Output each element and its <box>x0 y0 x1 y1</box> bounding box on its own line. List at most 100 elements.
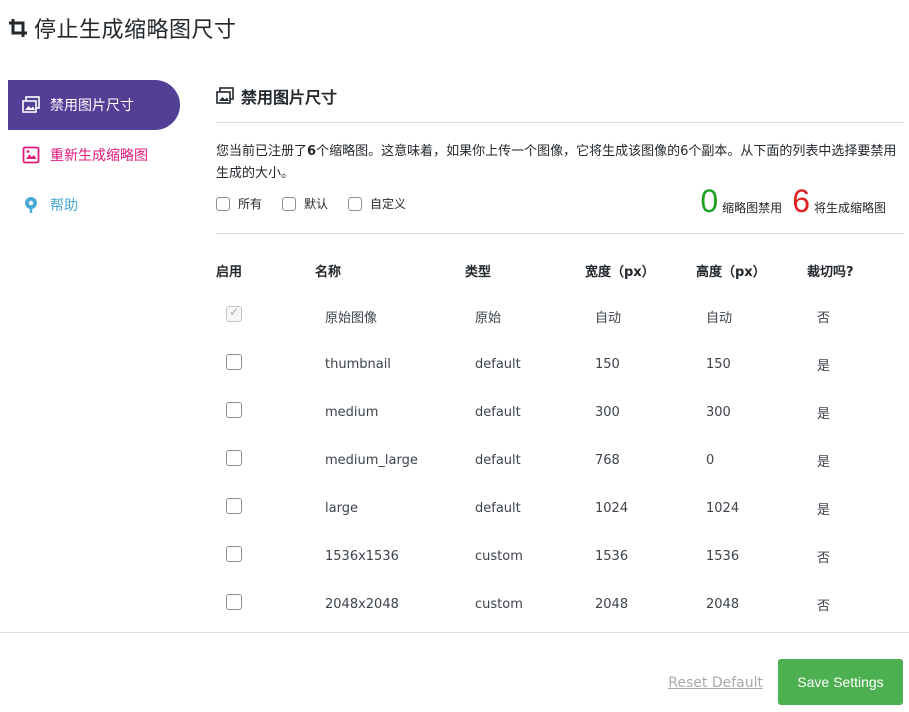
crop-icon <box>8 18 28 38</box>
description-suffix: 个缩略图。这意味着，如果你上传一个图像，它将生成该图像的6个副本。从下面的列表中… <box>216 144 897 181</box>
size-height: 2048 <box>706 596 740 612</box>
enable-checkbox[interactable] <box>226 498 242 514</box>
size-crop: 是 <box>817 502 831 518</box>
divider <box>216 233 904 234</box>
filter-group: 所有 默认 自定义 <box>216 195 426 212</box>
size-width: 2048 <box>595 596 629 612</box>
size-name: large <box>325 500 358 516</box>
table-row: medium_large default 768 0 是 <box>216 436 904 484</box>
filter-custom-label: 自定义 <box>370 197 407 211</box>
filter-custom-checkbox[interactable] <box>348 196 363 211</box>
enable-cell <box>216 450 315 470</box>
enable-checkbox[interactable] <box>226 402 242 418</box>
size-type: 原始 <box>475 310 502 326</box>
filters-row: 所有 默认 自定义 0 缩略图禁用 6 将生成缩略图 <box>216 183 904 229</box>
size-width: 300 <box>595 404 620 420</box>
filter-custom[interactable]: 自定义 <box>348 195 406 212</box>
size-name: 原始图像 <box>325 310 378 326</box>
image-regenerate-icon <box>22 146 40 164</box>
filter-all-checkbox[interactable] <box>216 196 230 211</box>
disabled-count-label: 缩略图禁用 <box>722 201 783 215</box>
table-row: thumbnail default 150 150 是 <box>216 340 904 388</box>
enable-checkbox[interactable] <box>226 354 242 370</box>
header-enable: 启用 <box>216 264 243 280</box>
table-body: 原始图像原始自动自动否thumbnaildefault150150是medium… <box>216 292 904 628</box>
size-crop: 是 <box>817 454 831 470</box>
enable-cell <box>216 305 315 326</box>
description-prefix: 您当前已注册了 <box>216 144 308 159</box>
size-crop: 是 <box>817 406 831 422</box>
enable-checkbox[interactable] <box>226 450 242 466</box>
enable-cell <box>216 354 315 374</box>
size-crop: 否 <box>817 598 831 614</box>
size-type: default <box>475 404 521 420</box>
filter-default-checkbox[interactable] <box>282 196 297 211</box>
footer: Reset Default Save Settings <box>0 632 909 712</box>
page-title: 停止生成缩略图尺寸 <box>34 18 237 43</box>
counts: 0 缩略图禁用 6 将生成缩略图 <box>700 183 896 220</box>
size-type: default <box>475 452 521 468</box>
header-type: 类型 <box>465 264 492 280</box>
size-width: 768 <box>595 452 620 468</box>
sizes-table: 启用 名称 类型 宽度（px） 高度（px） 裁切吗? 原始图像原始自动自动否t… <box>216 248 904 628</box>
enable-checkbox[interactable] <box>226 546 242 562</box>
header-width: 宽度（px） <box>585 264 655 280</box>
size-name: 2048x2048 <box>325 596 399 612</box>
sidebar: 禁用图片尺寸 重新生成缩略图 帮助 <box>8 80 180 230</box>
size-height: 1536 <box>706 548 740 564</box>
disabled-count: 0 <box>700 183 719 219</box>
sidebar-item-regenerate[interactable]: 重新生成缩略图 <box>8 130 180 180</box>
size-crop: 否 <box>817 310 831 326</box>
enable-cell <box>216 498 315 518</box>
filter-default[interactable]: 默认 <box>282 195 328 212</box>
size-crop: 否 <box>817 550 831 566</box>
description-count: 6 <box>307 144 317 159</box>
generated-count-label: 将生成缩略图 <box>813 201 886 215</box>
save-settings-button[interactable]: Save Settings <box>778 659 903 705</box>
images-icon <box>22 96 40 114</box>
enable-checkbox[interactable] <box>226 594 242 610</box>
enable-cell <box>216 546 315 566</box>
table-row: large default 1024 1024 是 <box>216 484 904 532</box>
main-panel: 禁用图片尺寸 您当前已注册了6个缩略图。这意味着，如果你上传一个图像，它将生成该… <box>216 80 904 628</box>
size-type: default <box>475 356 521 372</box>
sidebar-item-label: 禁用图片尺寸 <box>50 98 134 114</box>
size-type: default <box>475 500 521 516</box>
size-type: custom <box>475 548 523 564</box>
filter-all[interactable]: 所有 <box>216 195 262 212</box>
size-height: 150 <box>706 356 731 372</box>
sidebar-item-disable-sizes[interactable]: 禁用图片尺寸 <box>8 80 180 130</box>
sidebar-item-label: 重新生成缩略图 <box>50 148 148 164</box>
reset-default-link[interactable]: Reset Default <box>668 675 763 691</box>
size-crop: 是 <box>817 358 831 374</box>
size-name: medium_large <box>325 452 418 468</box>
header-height: 高度（px） <box>696 264 766 280</box>
divider <box>216 122 904 123</box>
help-lifebuoy-icon <box>22 196 40 214</box>
table-row: medium default 300 300 是 <box>216 388 904 436</box>
size-width: 1536 <box>595 548 629 564</box>
table-row: 1536x1536 custom 1536 1536 否 <box>216 532 904 580</box>
size-width: 自动 <box>595 310 622 326</box>
size-name: 1536x1536 <box>325 548 399 564</box>
page-header: 停止生成缩略图尺寸 <box>8 10 237 46</box>
size-type: custom <box>475 596 523 612</box>
description: 您当前已注册了6个缩略图。这意味着，如果你上传一个图像，它将生成该图像的6个副本… <box>216 141 904 185</box>
table-row: 2048x2048 custom 2048 2048 否 <box>216 580 904 628</box>
header-crop: 裁切吗? <box>807 264 854 280</box>
size-height: 0 <box>706 452 715 468</box>
section-title-text: 禁用图片尺寸 <box>241 88 338 107</box>
size-height: 1024 <box>706 500 740 516</box>
table-row: 原始图像 原始 自动 自动 否 <box>216 292 904 340</box>
size-height: 自动 <box>706 310 733 326</box>
size-name: thumbnail <box>325 356 391 372</box>
filter-default-label: 默认 <box>304 197 329 211</box>
enable-checkbox <box>226 305 242 322</box>
size-width: 150 <box>595 356 620 372</box>
enable-cell <box>216 594 315 614</box>
sidebar-item-label: 帮助 <box>50 198 78 214</box>
size-name: medium <box>325 404 379 420</box>
filter-all-label: 所有 <box>238 197 263 211</box>
sidebar-item-help[interactable]: 帮助 <box>8 180 180 230</box>
enable-cell <box>216 402 315 422</box>
